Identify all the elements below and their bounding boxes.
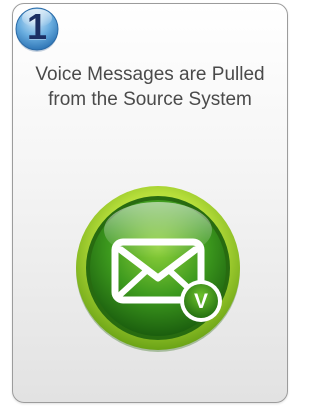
step-card-stage: 1 Voice Messages are Pulled from the Sou…: [0, 0, 296, 410]
voicemail-envelope-icon: V: [76, 186, 240, 352]
voicemail-badge-letter: V: [194, 290, 208, 313]
caption-line-1: Voice Messages are Pulled: [35, 64, 265, 85]
step-caption: Voice Messages are Pulled from the Sourc…: [12, 62, 288, 112]
step-number: 1: [26, 6, 48, 47]
caption-line-2: from the Source System: [48, 89, 252, 110]
